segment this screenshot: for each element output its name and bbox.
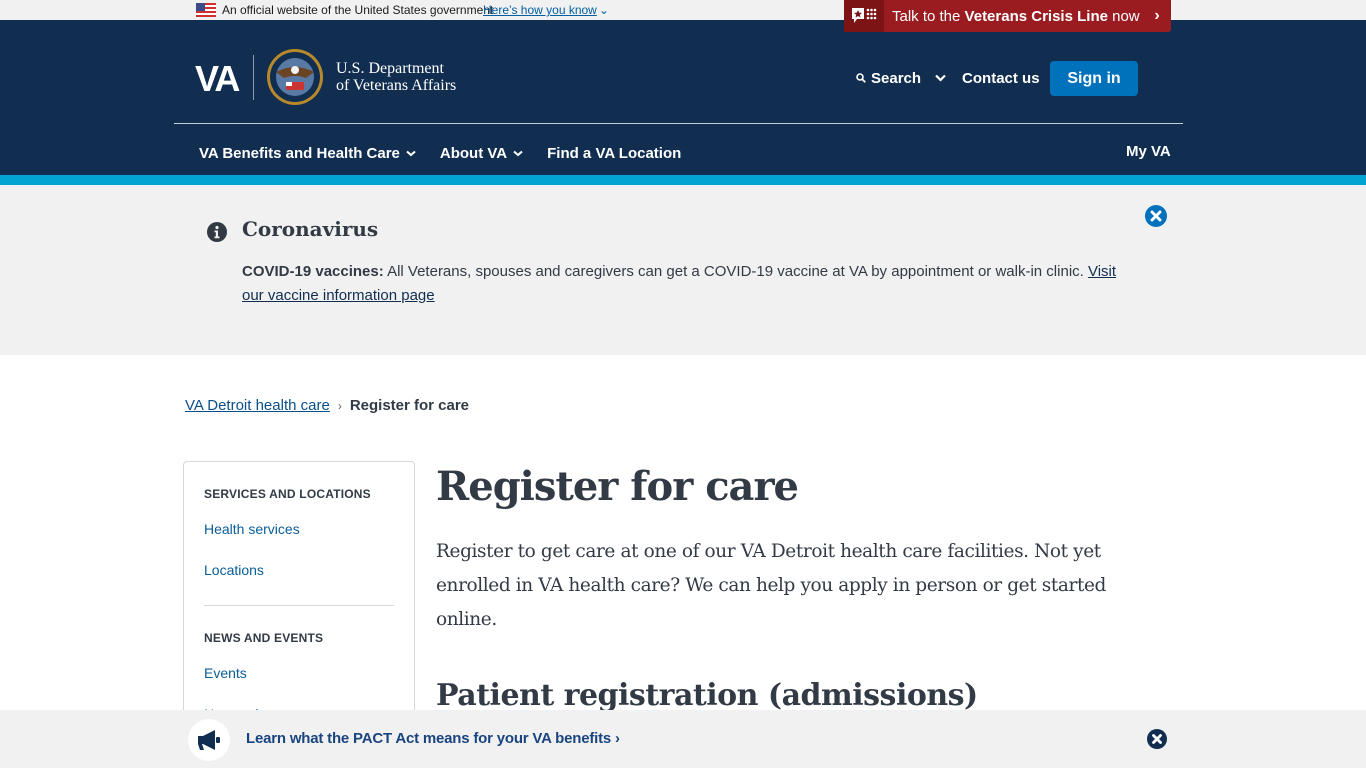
alert-bold-lead: COVID-19 vaccines: [242,263,384,280]
va-seal-icon [267,49,323,105]
header-accent-bar [0,175,1366,185]
breadcrumb: VA Detroit health care › Register for ca… [185,397,469,414]
heres-how-you-know-label: Here’s how you know [483,3,597,17]
chevron-down-icon [406,150,416,156]
megaphone-icon-wrap [188,719,230,761]
dept-name: U.S. Department of Veterans Affairs [336,60,456,94]
header-utility-nav: Search Contact us [856,60,1040,96]
veterans-crisis-line-button[interactable]: Talk to the Veterans Crisis Line now › [844,0,1171,32]
close-alert-icon[interactable] [1145,205,1167,227]
sidebar-divider [204,605,394,606]
heres-how-you-know-link[interactable]: Here’s how you know ⌄ [483,3,609,17]
nav-item-label: Find a VA Location [547,144,682,162]
sidebar-item-events[interactable]: Events [204,665,247,681]
pact-act-label: Learn what the PACT Act means for your V… [246,730,612,747]
crisis-line-icon [844,0,884,32]
breadcrumb-current: Register for care [349,397,470,414]
chevron-down-icon [513,150,523,156]
nav-item-find-location[interactable]: Find a VA Location [547,145,681,162]
alert-body: COVID-19 vaccines: All Veterans, spouses… [242,260,1132,308]
va-logo[interactable]: VA [195,58,240,100]
info-icon [207,222,227,242]
section-heading-patient-registration: Patient registration (admissions) [436,678,978,713]
sidebar-heading-news: NEWS AND EVENTS [204,631,324,645]
contact-us-link[interactable]: Contact us [962,70,1040,87]
page-intro: Register to get care at one of our VA De… [436,541,1106,630]
nav-item-benefits-health-care[interactable]: VA Benefits and Health Care [199,145,416,162]
search-button[interactable]: Search [856,70,921,87]
dept-line-1: U.S. Department [336,60,444,77]
official-text: An official website of the United States… [222,3,494,17]
sidebar-item-health-services[interactable]: Health services [204,521,300,537]
dept-line-2: of Veterans Affairs [336,77,457,94]
breadcrumb-parent-link[interactable]: VA Detroit health care [185,397,330,414]
header-divider [174,123,1183,124]
megaphone-icon [198,730,220,750]
us-flag-icon [196,3,216,17]
my-va-link[interactable]: My VA [1126,143,1171,160]
main-nav: VA Benefits and Health Care About VA Fin… [199,143,705,163]
sidebar-heading-services: SERVICES AND LOCATIONS [204,487,371,501]
chevron-down-icon[interactable] [935,74,946,82]
crisis-line-label: Talk to the Veterans Crisis Line now [892,7,1140,25]
pact-act-link[interactable]: Learn what the PACT Act means for your V… [246,730,620,747]
close-banner-icon[interactable] [1147,729,1167,749]
nav-item-label: VA Benefits and Health Care [199,144,400,162]
alert-title: Coronavirus [242,217,379,241]
page-title: Register for care [436,463,799,510]
chevron-right-icon: › [1154,7,1160,24]
search-icon [856,73,866,83]
nav-item-about-va[interactable]: About VA [440,145,523,162]
sidebar-item-locations[interactable]: Locations [204,562,264,578]
search-label: Search [871,69,922,87]
breadcrumb-separator: › [337,398,342,413]
pact-act-banner: Learn what the PACT Act means for your V… [0,710,1366,768]
logo-divider [253,55,254,100]
nav-item-label: About VA [439,144,508,162]
alert-body-text: All Veterans, spouses and caregivers can… [383,263,1088,280]
site-header: VA U.S. Department of Veterans Affairs S… [0,20,1366,175]
coronavirus-alert: Coronavirus COVID-19 vaccines: All Veter… [0,185,1366,355]
chevron-down-icon: ⌄ [598,3,609,17]
chevron-right-icon: › [615,730,620,747]
sign-in-button[interactable]: Sign in [1050,61,1138,96]
